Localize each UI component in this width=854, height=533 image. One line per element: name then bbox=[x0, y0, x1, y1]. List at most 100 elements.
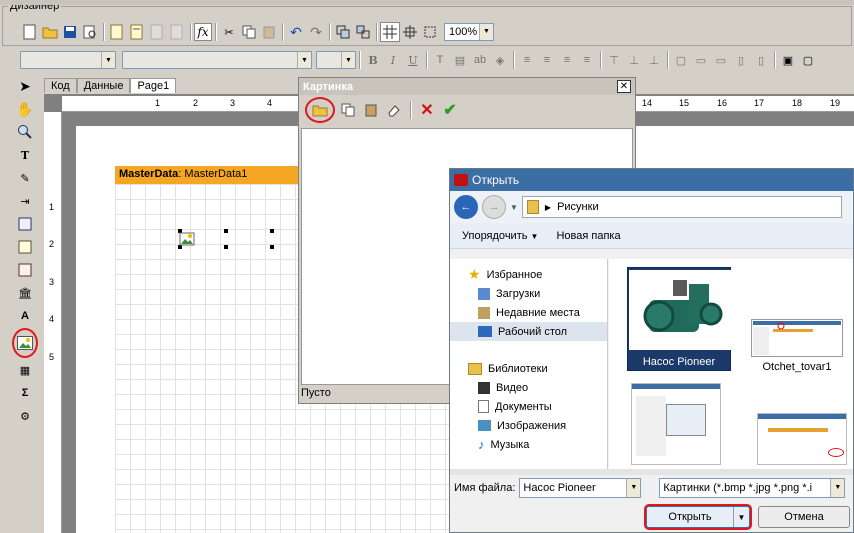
function-icon[interactable]: fx bbox=[194, 23, 212, 41]
copy-icon[interactable] bbox=[239, 22, 259, 42]
fit-grid-icon[interactable] bbox=[420, 22, 440, 42]
organize-button[interactable]: Упорядочить ▼ bbox=[462, 230, 538, 242]
close-icon[interactable]: ✕ bbox=[617, 80, 631, 93]
align-left-icon[interactable]: ≡ bbox=[517, 50, 537, 70]
history-chevron-icon[interactable]: ▼ bbox=[510, 203, 518, 212]
picture-object[interactable] bbox=[178, 229, 274, 249]
open-button[interactable]: Открыть ▼ bbox=[646, 506, 750, 528]
frame-full-icon[interactable]: ▣ bbox=[778, 50, 798, 70]
group-icon[interactable] bbox=[333, 22, 353, 42]
back-button[interactable]: ← bbox=[454, 195, 478, 219]
valign-top-icon[interactable]: ⊤ bbox=[604, 50, 624, 70]
redo-icon[interactable]: ↷ bbox=[306, 22, 326, 42]
new-folder-button[interactable]: Новая папка bbox=[556, 230, 620, 242]
hand-icon[interactable]: ✋ bbox=[14, 98, 36, 120]
ok-icon[interactable]: ✔ bbox=[440, 100, 460, 120]
tab-code[interactable]: Код bbox=[44, 78, 77, 93]
preview-icon[interactable] bbox=[80, 22, 100, 42]
undo-icon[interactable]: ↶ bbox=[286, 22, 306, 42]
save-icon[interactable] bbox=[60, 22, 80, 42]
tab-page1[interactable]: Page1 bbox=[130, 78, 177, 93]
paste-icon[interactable] bbox=[259, 22, 279, 42]
zoom-icon[interactable] bbox=[14, 121, 36, 143]
tree-libraries[interactable]: Библиотеки bbox=[450, 359, 607, 378]
cancel-icon[interactable]: ✕ bbox=[417, 100, 437, 120]
images-icon bbox=[478, 420, 491, 431]
underline-icon[interactable]: U bbox=[403, 50, 423, 70]
copy-picture-icon[interactable] bbox=[338, 100, 358, 120]
file-item-thumb3[interactable] bbox=[631, 383, 721, 465]
master-data-band[interactable]: MasterData: MasterData1 bbox=[115, 166, 298, 184]
format-painter-icon[interactable]: ✎ bbox=[14, 167, 36, 189]
file-item-otchet[interactable]: Otchet_tovar1 bbox=[745, 317, 849, 377]
memo-icon[interactable]: A bbox=[14, 305, 36, 327]
align-right-icon[interactable]: ≡ bbox=[557, 50, 577, 70]
forward-button[interactable]: → bbox=[482, 195, 506, 219]
cancel-button[interactable]: Отмена bbox=[758, 506, 850, 528]
frame-right-icon[interactable]: ▯ bbox=[751, 50, 771, 70]
tree-item-music[interactable]: ♪ Музыка bbox=[450, 435, 607, 454]
valign-bottom-icon[interactable]: ⊥ bbox=[644, 50, 664, 70]
band-icon[interactable]: ⇥ bbox=[14, 190, 36, 212]
tab-data[interactable]: Данные bbox=[76, 78, 131, 93]
chart-icon[interactable]: ▦ bbox=[14, 359, 36, 381]
page-new-icon[interactable] bbox=[107, 22, 127, 42]
grid-icon[interactable] bbox=[380, 22, 400, 42]
picture-tool-icon[interactable] bbox=[12, 328, 38, 358]
open-dialog-navbar: ← → ▼ ▶ Рисунки bbox=[450, 191, 853, 223]
report-object-icon[interactable] bbox=[14, 213, 36, 235]
tree-item-recent[interactable]: Недавние места bbox=[450, 303, 607, 322]
text-tool-icon[interactable]: T bbox=[14, 144, 36, 166]
new-file-icon[interactable] bbox=[20, 22, 40, 42]
eraser-icon[interactable] bbox=[384, 100, 404, 120]
format-icon[interactable]: ◈ bbox=[490, 50, 510, 70]
chevron-down-icon: ▼ bbox=[101, 52, 115, 68]
load-picture-icon[interactable] bbox=[305, 97, 335, 123]
address-bar[interactable]: ▶ Рисунки bbox=[521, 196, 842, 218]
highlight-icon[interactable]: ▤ bbox=[450, 50, 470, 70]
valign-middle-icon[interactable]: ⊥ bbox=[624, 50, 644, 70]
frame-bottom-icon[interactable]: ▭ bbox=[711, 50, 731, 70]
file-item-thumb4[interactable] bbox=[757, 413, 847, 465]
frame-none-icon[interactable]: ▢ bbox=[798, 50, 818, 70]
page-delete-icon[interactable] bbox=[147, 22, 167, 42]
italic-icon[interactable]: I bbox=[383, 50, 403, 70]
filename-input[interactable]: Насос Pioneer ▼ bbox=[519, 478, 642, 498]
font-name-select[interactable]: ▼ bbox=[20, 51, 116, 69]
barcode-icon[interactable]: ⚙ bbox=[14, 405, 36, 427]
font-size-select[interactable]: ▼ bbox=[122, 51, 312, 69]
style-select[interactable]: ▼ bbox=[316, 51, 356, 69]
subreport-icon[interactable] bbox=[14, 236, 36, 258]
align-center-icon[interactable]: ≡ bbox=[537, 50, 557, 70]
tree-item-desktop[interactable]: Рабочий стол bbox=[450, 322, 607, 341]
file-item-pioneer[interactable]: Насос Pioneer bbox=[627, 267, 731, 371]
band-suffix: : MasterData1 bbox=[178, 168, 248, 180]
tree-item-documents[interactable]: Документы bbox=[450, 397, 607, 416]
text-icon[interactable]: T bbox=[430, 50, 450, 70]
pointer-icon[interactable]: ➤ bbox=[14, 75, 36, 97]
data-band-icon[interactable]: 🏛 bbox=[14, 282, 36, 304]
tree-favorites[interactable]: ★ Избранное bbox=[450, 265, 607, 284]
zoom-select[interactable]: 100% ▼ bbox=[444, 23, 494, 41]
chevron-down-icon[interactable]: ▼ bbox=[733, 507, 749, 527]
paste-picture-icon[interactable] bbox=[361, 100, 381, 120]
rich-text-icon[interactable] bbox=[14, 259, 36, 281]
bold-icon[interactable]: B bbox=[363, 50, 383, 70]
align-justify-icon[interactable]: ≡ bbox=[577, 50, 597, 70]
open-folder-icon[interactable] bbox=[40, 22, 60, 42]
file-area-scrollbar[interactable] bbox=[450, 469, 853, 475]
rotate-text-icon[interactable]: ab bbox=[470, 50, 490, 70]
frame-all-icon[interactable]: ▢ bbox=[671, 50, 691, 70]
tree-item-downloads[interactable]: Загрузки bbox=[450, 284, 607, 303]
tree-item-images[interactable]: Изображения bbox=[450, 416, 607, 435]
frame-top-icon[interactable]: ▭ bbox=[691, 50, 711, 70]
frame-left-icon[interactable]: ▯ bbox=[731, 50, 751, 70]
page-settings-icon[interactable] bbox=[127, 22, 147, 42]
cut-icon[interactable]: ✂ bbox=[219, 22, 239, 42]
snap-grid-icon[interactable] bbox=[400, 22, 420, 42]
file-type-select[interactable]: Картинки (*.bmp *.jpg *.png *.i ▼ bbox=[659, 478, 846, 498]
page-props-icon[interactable] bbox=[167, 22, 187, 42]
sum-icon[interactable]: Σ bbox=[14, 382, 36, 404]
tree-item-video[interactable]: Видео bbox=[450, 378, 607, 397]
ungroup-icon[interactable] bbox=[353, 22, 373, 42]
